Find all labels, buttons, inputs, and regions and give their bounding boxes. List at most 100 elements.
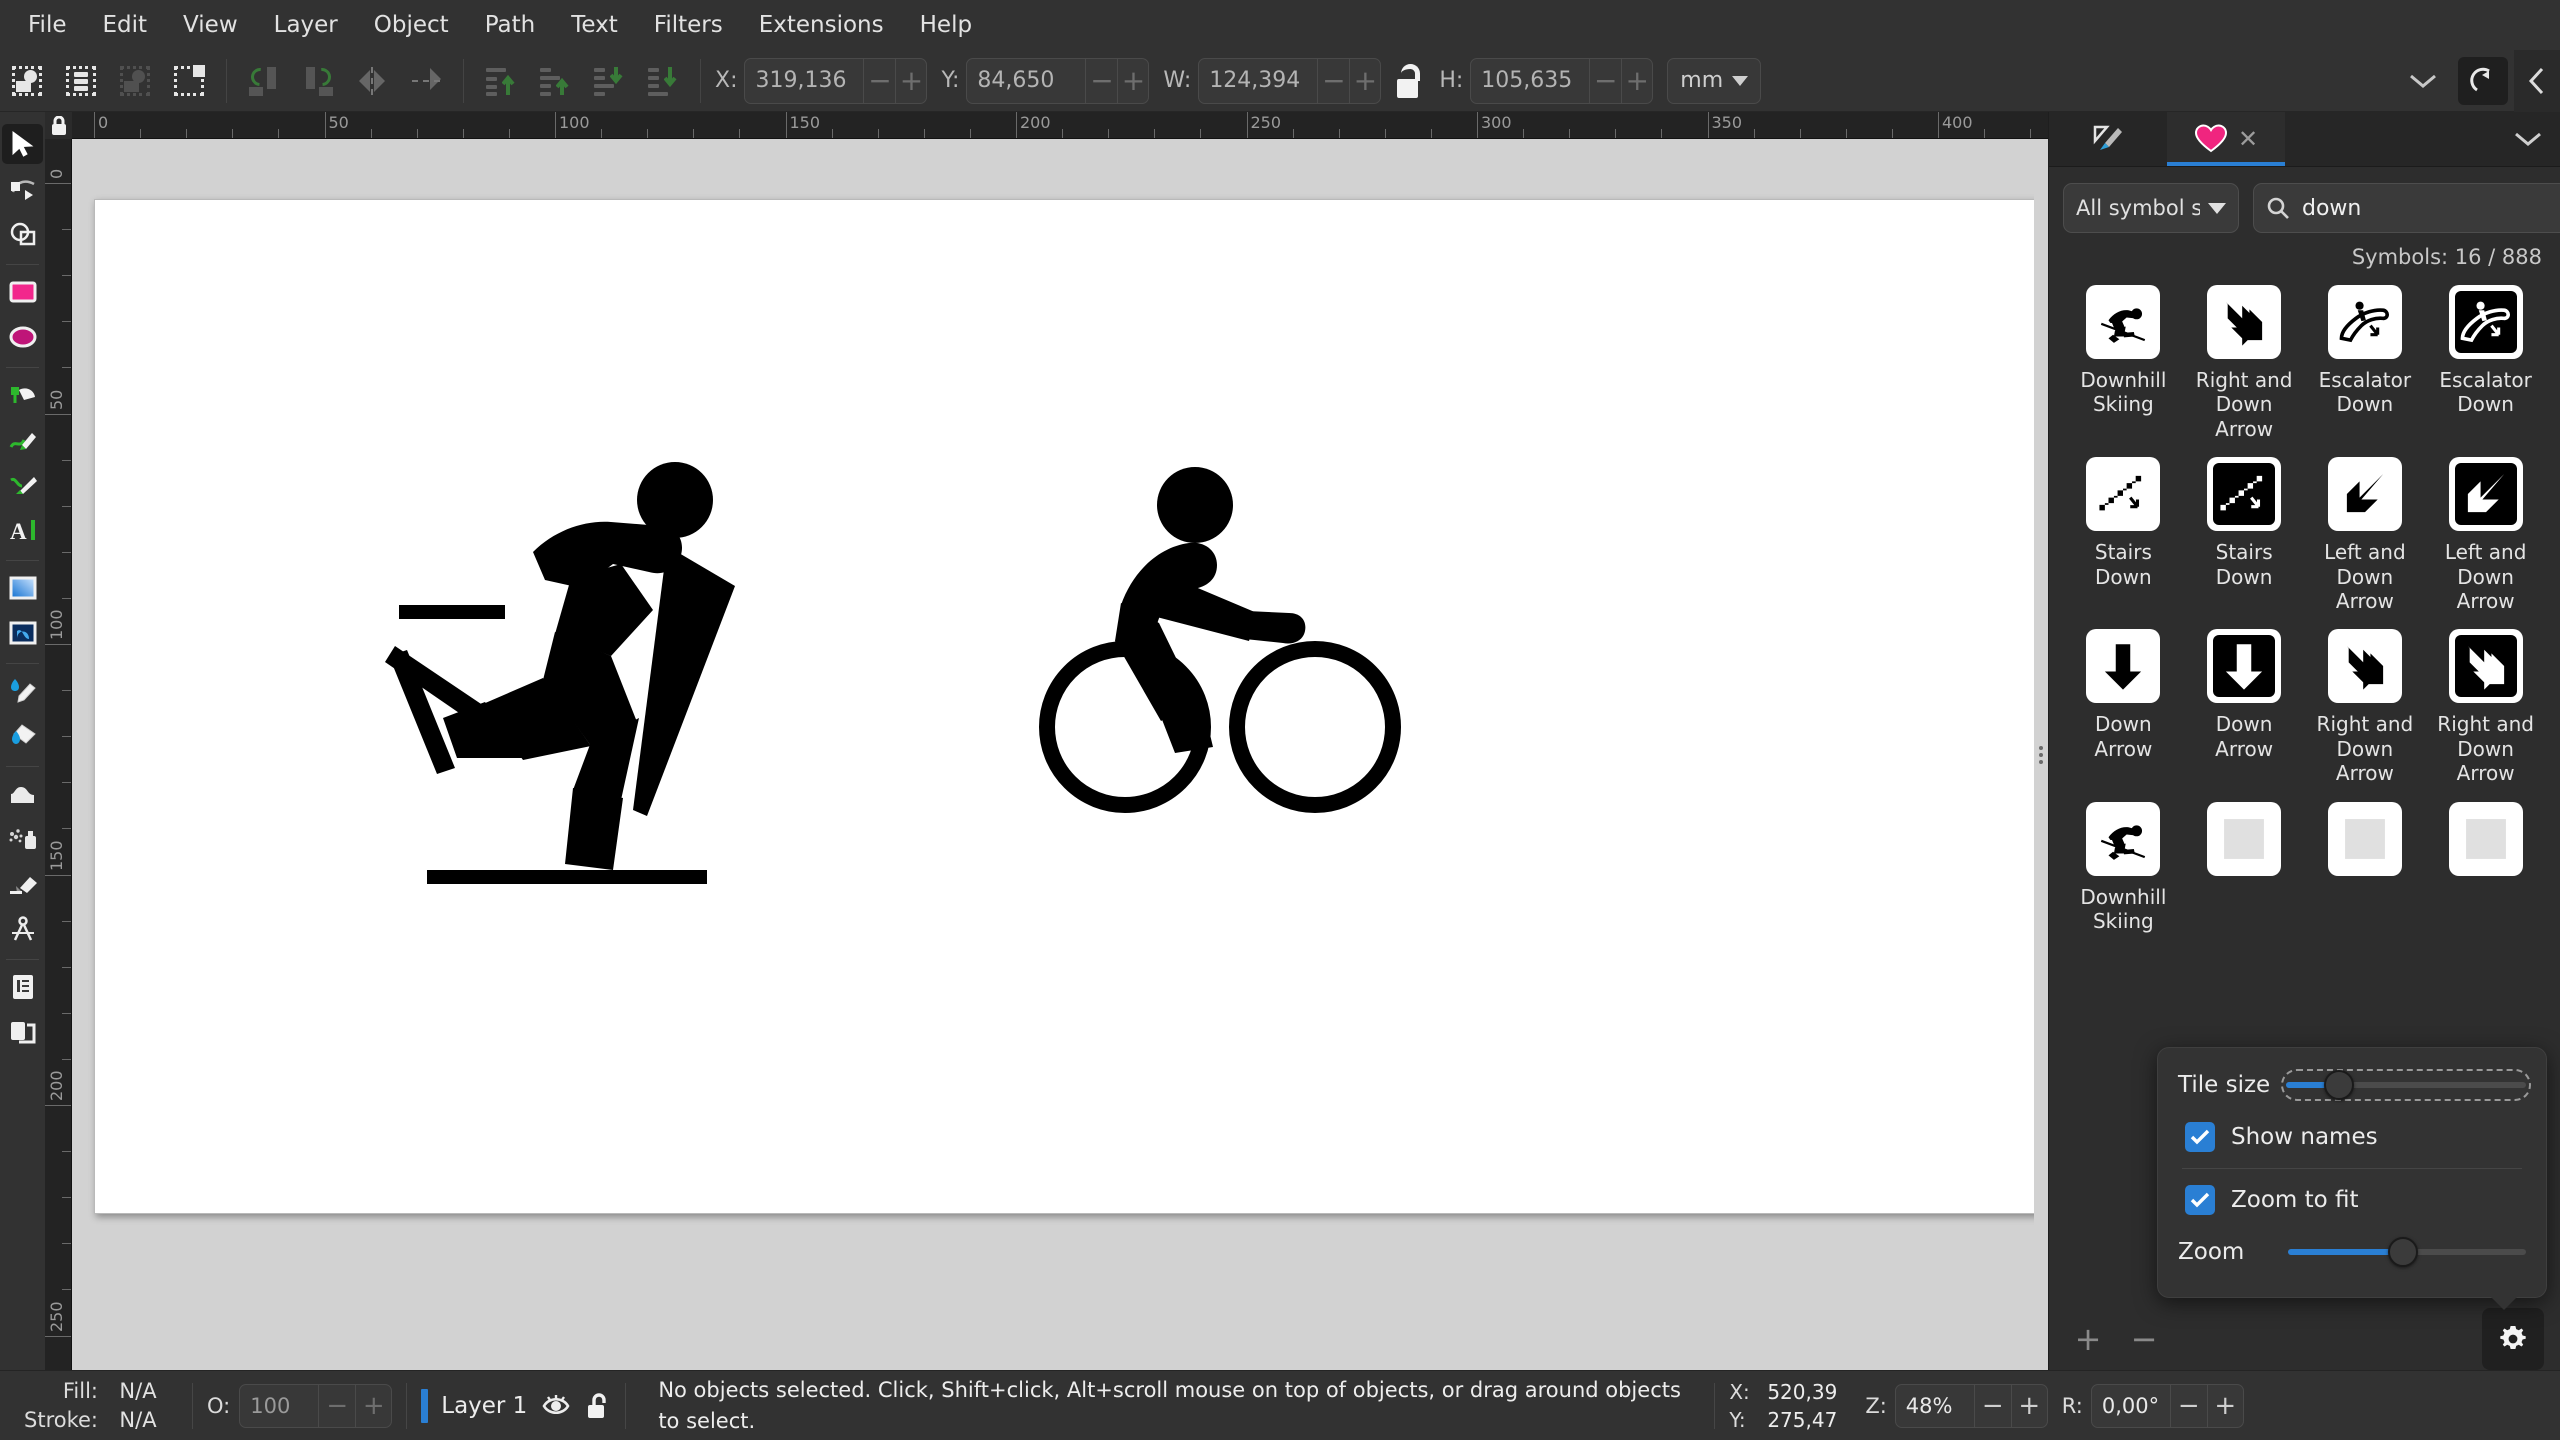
menu-extensions[interactable]: Extensions	[741, 6, 902, 44]
zoom-decrement[interactable]: −	[1975, 1385, 2011, 1427]
symbol-cell[interactable]: Stairs Down	[2184, 451, 2305, 623]
opacity-input[interactable]	[240, 1393, 319, 1418]
rotation-input[interactable]	[2091, 1393, 2170, 1418]
ellipse-tool[interactable]	[2, 317, 43, 357]
menu-text[interactable]: Text	[553, 6, 636, 44]
zoom-slider[interactable]	[2288, 1237, 2526, 1267]
menu-help[interactable]: Help	[902, 6, 990, 44]
escalator-down-symbol[interactable]	[2327, 285, 2402, 359]
lock-aspect-ratio-button[interactable]	[1393, 63, 1423, 98]
symbol-partial[interactable]	[2207, 801, 2282, 876]
stairs-down-symbol[interactable]	[2207, 457, 2282, 532]
guide-lock-button[interactable]	[45, 112, 72, 139]
search-input[interactable]	[2302, 195, 2560, 221]
opacity-spinbox[interactable]: − +	[239, 1383, 393, 1428]
document-page[interactable]	[94, 199, 2048, 1214]
symbol-cell[interactable]: Escalator Down	[2305, 279, 2426, 451]
menu-edit[interactable]: Edit	[85, 6, 166, 44]
w-increment[interactable]: +	[1349, 58, 1380, 103]
rectangle-tool[interactable]	[2, 272, 43, 312]
w-decrement[interactable]: −	[1318, 59, 1349, 103]
deselect-button[interactable]	[111, 57, 159, 105]
cyclist-pictogram[interactable]	[1025, 465, 1455, 815]
symbol-cell[interactable]: Downhill Skiing	[2063, 279, 2184, 451]
measure-tool[interactable]	[2, 909, 43, 949]
rotate-90-ccw-button[interactable]	[240, 57, 288, 105]
rotation-decrement[interactable]: −	[2171, 1385, 2207, 1427]
zoom-input[interactable]	[1895, 1393, 1974, 1418]
cross-country-skier-pictogram[interactable]	[385, 460, 905, 890]
tab-fill-and-stroke[interactable]	[2049, 112, 2167, 166]
symbol-partial[interactable]	[2448, 801, 2523, 876]
layer-name[interactable]: Layer 1	[441, 1393, 527, 1419]
symbol-cell[interactable]: Down Arrow	[2063, 623, 2184, 795]
selector-tool[interactable]	[2, 124, 43, 164]
symbol-cell[interactable]: Right and Down Arrow	[2425, 623, 2546, 795]
pencil-tool[interactable]	[2, 420, 43, 460]
add-symbol-button[interactable]: +	[2065, 1316, 2111, 1362]
menu-path[interactable]: Path	[467, 6, 554, 44]
fill-stroke-indicator[interactable]: Fill: N/A Stroke: N/A	[14, 1377, 178, 1434]
left-and-down-arrow-symbol[interactable]	[2327, 457, 2402, 532]
text-tool[interactable]: A	[2, 510, 43, 550]
gradient-tool[interactable]	[2, 568, 43, 608]
opacity-increment[interactable]: +	[355, 1384, 391, 1427]
y-spinbox[interactable]: − +	[966, 57, 1150, 104]
x-spinbox[interactable]: − +	[744, 57, 928, 104]
remove-symbol-button[interactable]: −	[2121, 1316, 2167, 1362]
dropper-tool[interactable]	[2, 671, 43, 711]
toolbar-overflow-button[interactable]	[2394, 57, 2452, 105]
symbol-cell[interactable]: Escalator Down	[2425, 279, 2546, 451]
menu-layer[interactable]: Layer	[256, 6, 356, 44]
symbol-cell[interactable]: Left and Down Arrow	[2425, 451, 2546, 623]
escalator-down-symbol[interactable]	[2448, 285, 2523, 359]
h-decrement[interactable]: −	[1590, 59, 1621, 103]
h-input[interactable]	[1471, 68, 1590, 93]
lock-open-icon[interactable]	[585, 1392, 611, 1420]
menu-file[interactable]: File	[10, 6, 85, 44]
down-arrow-symbol[interactable]	[2207, 629, 2282, 704]
raise-to-top-button[interactable]	[477, 57, 525, 105]
right-and-down-arrow-symbol[interactable]	[2448, 629, 2523, 704]
symbol-cell[interactable]: Left and Down Arrow	[2305, 451, 2426, 623]
zoom-to-fit-checkbox[interactable]	[2185, 1185, 2215, 1215]
drawing-canvas[interactable]	[72, 139, 2048, 1370]
symbol-partial[interactable]	[2327, 801, 2402, 876]
spray-tool[interactable]	[2, 819, 43, 859]
flip-vertical-button[interactable]	[402, 57, 450, 105]
symbol-cell[interactable]	[2425, 796, 2546, 944]
x-decrement[interactable]: −	[864, 59, 895, 103]
menu-object[interactable]: Object	[356, 6, 467, 44]
eraser-tool[interactable]	[2, 864, 43, 904]
lower-button[interactable]	[585, 57, 633, 105]
select-all-button[interactable]	[3, 57, 51, 105]
pen-tool[interactable]	[2, 375, 43, 415]
y-increment[interactable]: +	[1117, 58, 1148, 103]
symbol-cell[interactable]: Downhill Skiing	[2063, 796, 2184, 944]
downhill-skiing-symbol[interactable]	[2086, 801, 2161, 876]
symbol-search-box[interactable]	[2253, 183, 2560, 233]
zoom-to-fit-row[interactable]: Zoom to fit	[2178, 1185, 2526, 1215]
tweak-tool[interactable]	[2, 774, 43, 814]
x-increment[interactable]: +	[895, 58, 926, 103]
y-decrement[interactable]: −	[1086, 59, 1117, 103]
lower-to-bottom-button[interactable]	[639, 57, 687, 105]
eye-icon[interactable]	[540, 1393, 572, 1419]
menu-filters[interactable]: Filters	[636, 6, 741, 44]
unit-selector[interactable]: mm	[1667, 57, 1762, 104]
rotation-increment[interactable]: +	[2206, 1384, 2243, 1427]
x-input[interactable]	[745, 68, 864, 93]
w-input[interactable]	[1199, 68, 1318, 93]
symbol-cell[interactable]	[2184, 796, 2305, 944]
right-and-down-arrow-symbol[interactable]	[2207, 285, 2282, 359]
tab-symbols[interactable]: ✕	[2167, 112, 2285, 166]
symbols-settings-button[interactable]	[2482, 1308, 2544, 1370]
tile-size-slider[interactable]	[2281, 1069, 2531, 1101]
panel-drag-handle[interactable]	[2034, 139, 2048, 1370]
left-and-down-arrow-symbol[interactable]	[2448, 457, 2523, 532]
collapse-toolbar-button[interactable]	[2514, 49, 2560, 112]
mesh-tool[interactable]	[2, 613, 43, 653]
down-arrow-symbol[interactable]	[2086, 629, 2161, 704]
symbol-cell[interactable]: Right and Down Arrow	[2184, 279, 2305, 451]
select-same-button[interactable]	[165, 57, 213, 105]
